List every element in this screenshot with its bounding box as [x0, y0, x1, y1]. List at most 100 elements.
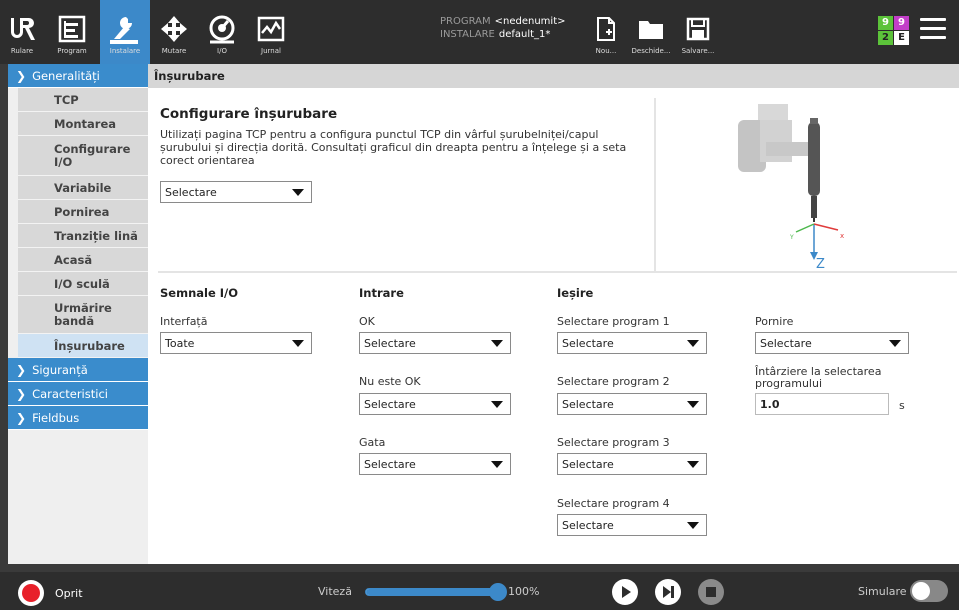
ok-dropdown[interactable]: Selectare — [359, 332, 511, 354]
program-select-1-dropdown[interactable]: Selectare — [557, 332, 707, 354]
sidebar-item-conveyor-tracking[interactable]: Urmărire bandă — [18, 296, 148, 334]
not-ok-label: Nu este OK — [359, 375, 421, 388]
sidebar-item-label: Tranziție lină — [54, 228, 138, 243]
dropdown-arrow-icon — [687, 401, 699, 408]
chevron-down-icon: ❯ — [16, 68, 27, 83]
program-select-2-dropdown[interactable]: Selectare — [557, 393, 707, 415]
done-dropdown[interactable]: Selectare — [359, 453, 511, 475]
sidebar-item-home[interactable]: Acasă — [18, 248, 148, 272]
horizontal-divider — [158, 271, 957, 273]
dropdown-arrow-icon — [292, 340, 304, 347]
hamburger-menu-icon[interactable] — [920, 18, 946, 44]
program-select-4-dropdown[interactable]: Selectare — [557, 514, 707, 536]
dropdown-value: Selectare — [364, 397, 416, 411]
safety-checksum-bl: 2 — [878, 31, 893, 45]
robot-status-icon[interactable] — [18, 580, 44, 606]
speed-slider[interactable] — [365, 583, 507, 601]
speed-slider-fill — [366, 589, 500, 595]
sidebar-section-label: Caracteristici — [32, 386, 108, 401]
sidebar-section-label: Siguranță — [32, 362, 88, 377]
dropdown-value: Selectare — [562, 336, 614, 350]
simulation-toggle[interactable] — [910, 580, 948, 602]
x-axis-label: x — [840, 232, 844, 240]
config-select-dropdown[interactable]: Selectare — [160, 181, 312, 203]
sidebar-section-fieldbus[interactable]: ❯ Fieldbus — [8, 406, 148, 430]
sidebar-item-tcp[interactable]: TCP — [18, 88, 148, 112]
nav-io-button[interactable]: I/O — [200, 0, 244, 64]
nav-program-button[interactable]: Program — [46, 0, 98, 64]
input-header: Intrare — [359, 286, 404, 300]
vertical-divider — [654, 98, 656, 272]
ok-label: OK — [359, 315, 375, 328]
speed-label: Viteză — [318, 585, 352, 598]
save-icon — [686, 12, 710, 46]
open-file-button[interactable]: Deschide... — [626, 0, 676, 64]
sidebar-item-tool-io[interactable]: I/O sculă — [18, 272, 148, 296]
dropdown-arrow-icon — [687, 461, 699, 468]
step-icon — [663, 586, 674, 598]
interface-label: Interfață — [160, 315, 208, 328]
sidebar-item-variables[interactable]: Variabile — [18, 176, 148, 200]
page-title: Înșurubare — [148, 64, 959, 88]
dropdown-arrow-icon — [491, 461, 503, 468]
z-axis-label: Z — [816, 257, 825, 270]
dropdown-arrow-icon — [687, 522, 699, 529]
dropdown-arrow-icon — [491, 340, 503, 347]
dropdown-value: Selectare — [364, 457, 416, 471]
speed-value: 100% — [508, 585, 540, 598]
play-icon — [622, 586, 631, 598]
sidebar-section-general[interactable]: ❯ Generalități — [8, 64, 148, 88]
nav-program-label: Program — [57, 47, 87, 55]
program-icon — [57, 12, 87, 46]
open-file-label: Deschide... — [631, 47, 671, 55]
sidebar-section-label: Fieldbus — [32, 410, 80, 425]
start-dropdown[interactable]: Selectare — [755, 332, 909, 354]
stop-button[interactable] — [698, 579, 724, 605]
nav-move-label: Mutare — [161, 47, 187, 55]
dropdown-value: Selectare — [760, 336, 812, 350]
step-button[interactable] — [655, 579, 681, 605]
config-description: Utilizați pagina TCP pentru a configura … — [160, 128, 627, 167]
nav-log-button[interactable]: Jurnal — [248, 0, 294, 64]
interface-dropdown[interactable]: Toate — [160, 332, 312, 354]
dropdown-value: Selectare — [562, 397, 614, 411]
new-file-icon — [595, 12, 617, 46]
speed-slider-handle[interactable] — [489, 583, 507, 601]
delay-unit: s — [899, 399, 905, 412]
top-bar: Rulare Program Instalare Mutare I/O Jurn… — [0, 0, 959, 64]
robot-status-text: Oprit — [55, 587, 83, 600]
safety-checksum-br: E — [894, 31, 909, 45]
nav-installation-button[interactable]: Instalare — [100, 0, 150, 64]
safety-checksum-badge[interactable]: 9 9 2 E — [878, 16, 910, 46]
bottom-bar: Oprit Viteză 100% Simulare — [0, 572, 959, 610]
nav-log-label: Jurnal — [261, 47, 281, 55]
stop-icon — [706, 587, 716, 597]
nav-run-button[interactable]: Rulare — [0, 0, 44, 64]
delay-input[interactable]: 1.0 — [755, 393, 889, 415]
sidebar-item-smooth-transition[interactable]: Tranziție lină — [18, 224, 148, 248]
new-file-label: Nou... — [595, 47, 617, 55]
dropdown-arrow-icon — [889, 340, 901, 347]
sidebar-item-io-setup[interactable]: Configurare I/O — [18, 136, 148, 176]
sidebar-item-screwdriving[interactable]: Înșurubare — [18, 334, 148, 358]
program-select-3-dropdown[interactable]: Selectare — [557, 453, 707, 475]
dropdown-value: Toate — [165, 336, 195, 350]
not-ok-dropdown[interactable]: Selectare — [359, 393, 511, 415]
sidebar-item-label: Urmărire bandă — [54, 300, 112, 328]
sidebar-item-mounting[interactable]: Montarea — [18, 112, 148, 136]
ur-logo-icon — [7, 12, 37, 46]
sidebar-item-startup[interactable]: Pornirea — [18, 200, 148, 224]
play-button[interactable] — [612, 579, 638, 605]
save-file-button[interactable]: Salvare... — [676, 0, 720, 64]
new-file-button[interactable]: Nou... — [586, 0, 626, 64]
sidebar-section-safety[interactable]: ❯ Siguranță — [8, 358, 148, 382]
output-header: Ieșire — [557, 286, 594, 300]
sidebar-item-label: Acasă — [54, 252, 93, 267]
installation-label: INSTALARE — [440, 29, 495, 40]
nav-move-button[interactable]: Mutare — [152, 0, 196, 64]
program-select-3-label: Selectare program 3 — [557, 436, 670, 449]
sidebar-item-label: Variabile — [54, 180, 112, 195]
folder-icon — [638, 12, 664, 46]
sidebar-section-features[interactable]: ❯ Caracteristici — [8, 382, 148, 406]
safety-checksum-tr: 9 — [894, 16, 909, 30]
